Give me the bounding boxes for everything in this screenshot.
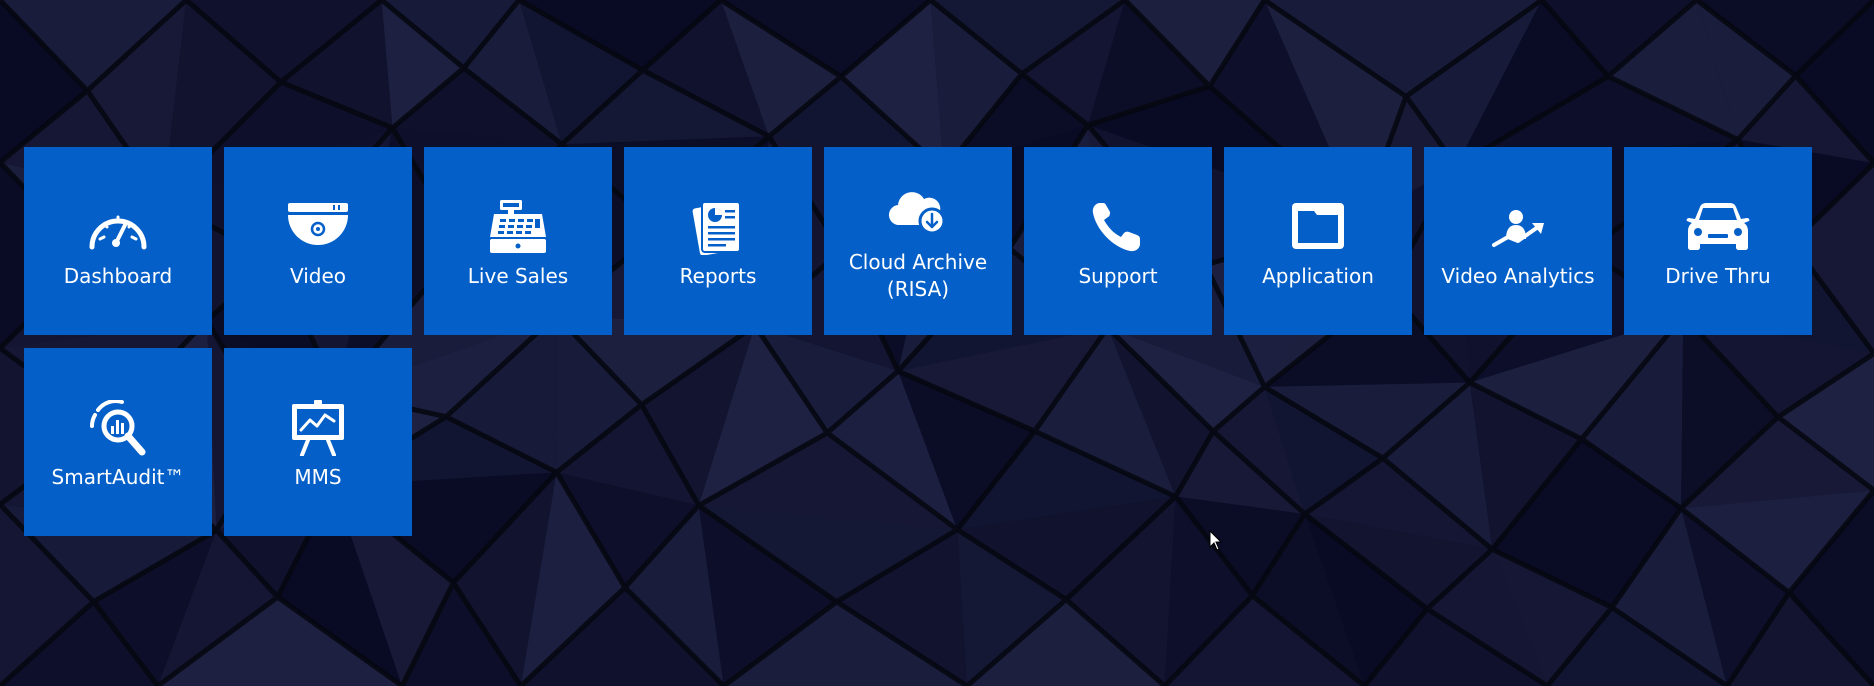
tile-video-analytics[interactable]: Video Analytics [1424,147,1612,335]
tile-label: MMS [294,464,342,489]
dome-camera-icon [286,199,350,255]
tile-label: Video [289,263,347,288]
tile-video[interactable]: Video [224,147,412,335]
tile-smartaudit[interactable]: SmartAudit™ [24,348,212,536]
tile-drive-thru[interactable]: Drive Thru [1624,147,1812,335]
mouse-cursor-icon [1209,530,1223,551]
tile-support[interactable]: Support [1024,147,1212,335]
speedometer-icon [86,199,150,255]
tile-label: Drive Thru [1665,263,1771,288]
cash-register-icon [486,199,550,255]
presentation-board-icon [286,399,350,456]
person-trend-icon [1486,199,1550,255]
tile-label: Application [1262,263,1374,288]
cloud-download-icon [886,185,950,241]
phone-icon [1086,199,1150,255]
tile-mms[interactable]: MMS [224,348,412,536]
magnifier-chart-icon [86,399,150,456]
tile-application[interactable]: Application [1224,147,1412,335]
tile-live-sales[interactable]: Live Sales [424,147,612,335]
car-icon [1686,199,1750,255]
tile-label: Reports [679,263,757,288]
tile-label: Cloud Archive (RISA) [848,250,988,301]
report-document-icon [686,199,750,255]
tile-dashboard[interactable]: Dashboard [24,147,212,335]
tile-label: Dashboard [63,263,173,288]
tile-label: SmartAudit™ [51,464,185,489]
tile-cloud-archive[interactable]: Cloud Archive (RISA) [824,147,1012,335]
folder-window-icon [1286,199,1350,255]
tile-label: Video Analytics [1441,263,1595,288]
tile-reports[interactable]: Reports [624,147,812,335]
tile-label: Live Sales [467,263,569,288]
tile-label: Support [1078,263,1158,288]
app-tile-grid: Dashboard Video Live Sales Reports Cloud… [24,147,1824,536]
